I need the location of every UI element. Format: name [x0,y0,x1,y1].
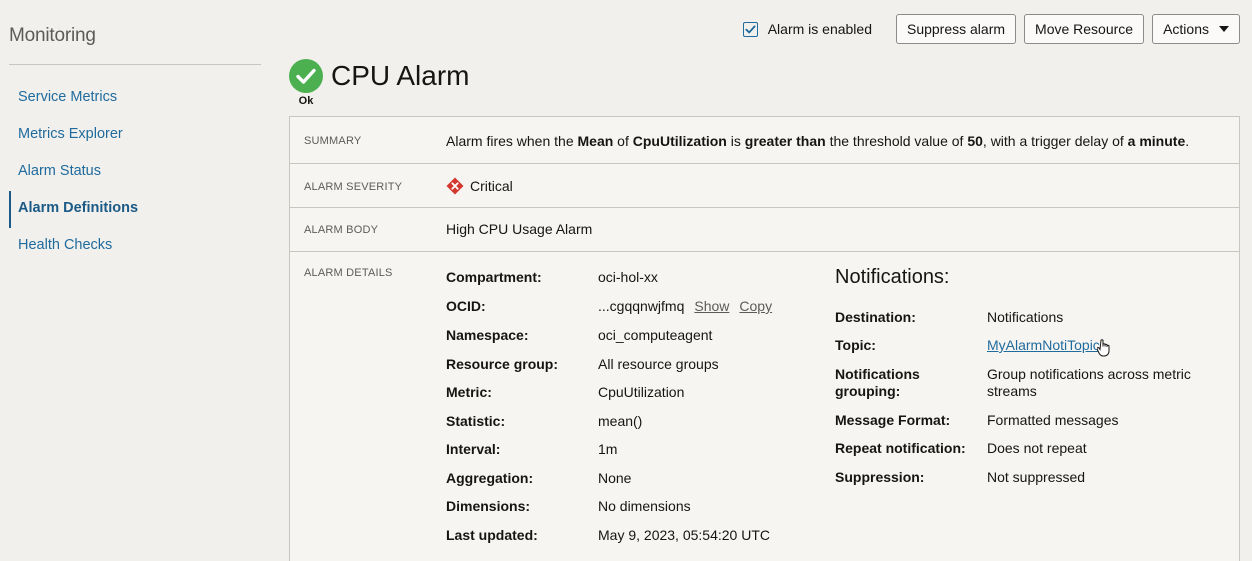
notifications-heading: Notifications: [835,266,950,288]
ocid-text: ...cgqqnwjfmq [598,298,685,314]
critical-diamond-icon [446,177,464,195]
alarm-enabled-checkbox[interactable] [742,21,758,37]
caret-down-icon [1219,26,1229,32]
toolbar: Alarm is enabled Suppress alarm Move Res… [742,14,1240,44]
sidebar-item-service-metrics[interactable]: Service Metrics [9,80,261,117]
summary-row: SUMMARY Alarm fires when the Mean of Cpu… [290,117,1239,164]
ocid-copy-link[interactable]: Copy [739,298,772,314]
summary-operator: greater than [744,133,826,149]
status-label: Ok [298,95,314,107]
notif-key: Repeat notification: [835,440,966,456]
severity-label: ALARM SEVERITY [304,181,403,193]
alarm-enabled-toggle[interactable]: Alarm is enabled [742,21,872,37]
detail-key: Interval: [446,441,501,457]
summary-part: of [613,133,633,149]
summary-text: Alarm fires when the Mean of CpuUtilizat… [446,133,1189,149]
page-title: CPU Alarm [331,60,470,91]
sidebar-item-health-checks[interactable]: Health Checks [9,228,261,265]
summary-part: Alarm fires when the [446,133,578,149]
detail-ocid-value: ...cgqqnwjfmq Show Copy [598,298,772,314]
notif-key: Suppression: [835,469,925,485]
sidebar: Monitoring Service Metrics Metrics Explo… [0,0,262,561]
sidebar-divider [9,64,261,65]
notif-key-line: grouping: [835,383,901,399]
notif-value-line: Group notifications across metric [987,366,1191,382]
summary-delay: a minute [1127,133,1186,149]
notif-key: Destination: [835,309,916,325]
ocid-show-link[interactable]: Show [694,298,729,314]
actions-menu-button[interactable]: Actions [1152,14,1240,44]
detail-value: No dimensions [598,498,691,514]
severity-row: ALARM SEVERITY Critical [290,164,1239,208]
detail-key: Statistic: [446,413,506,429]
sidebar-title: Monitoring [9,25,96,46]
check-circle-icon [289,59,323,93]
summary-part: . [1185,133,1190,149]
detail-value: oci-hol-xx [598,269,658,285]
hand-cursor-icon [1097,339,1110,357]
alarm-enabled-label: Alarm is enabled [767,21,872,37]
detail-value: CpuUtilization [598,384,685,400]
alarm-body-label: ALARM BODY [304,224,379,236]
detail-value: All resource groups [598,356,719,372]
detail-key: Resource group: [446,356,559,372]
detail-key: Aggregation: [446,470,534,486]
sidebar-item-alarm-status[interactable]: Alarm Status [9,154,261,191]
notif-key: Message Format: [835,412,951,428]
severity-text: Critical [470,178,513,194]
detail-key: Namespace: [446,327,529,343]
detail-key: Dimensions: [446,498,531,514]
detail-value: mean() [598,413,643,429]
detail-value: None [598,470,632,486]
notif-key: Topic: [835,337,876,353]
summary-threshold: 50 [967,133,983,149]
notif-value-line: streams [987,383,1037,399]
actions-label: Actions [1163,21,1209,37]
sidebar-item-alarm-definitions[interactable]: Alarm Definitions [9,191,261,228]
severity-value: Critical [446,177,513,195]
notif-value: Notifications [987,309,1064,325]
topic-link[interactable]: MyAlarmNotiTopic [987,337,1100,353]
notif-key-line: Notifications [835,366,920,382]
detail-value: oci_computeagent [598,327,713,343]
detail-value: May 9, 2023, 05:54:20 UTC [598,527,770,543]
summary-statistic: Mean [577,133,614,149]
notif-key: Notifications grouping: [835,366,920,400]
alarm-body-value: High CPU Usage Alarm [446,221,593,237]
checkbox-check-icon [745,24,756,33]
page: Monitoring Service Metrics Metrics Explo… [0,0,1252,561]
notif-value: Not suppressed [987,469,1086,485]
detail-key: Compartment: [446,269,542,285]
detail-key: OCID: [446,298,486,314]
detail-key: Metric: [446,384,492,400]
notif-value: Formatted messages [987,412,1119,428]
move-resource-button[interactable]: Move Resource [1024,14,1145,44]
move-resource-label: Move Resource [1035,21,1134,37]
sidebar-nav: Service Metrics Metrics Explorer Alarm S… [9,80,261,265]
notif-value: Group notifications across metric streams [987,366,1191,400]
notif-value: Does not repeat [987,440,1087,456]
sidebar-item-metrics-explorer[interactable]: Metrics Explorer [9,117,261,154]
summary-part: the threshold value of [825,133,968,149]
summary-part: , with a trigger delay of [982,133,1128,149]
detail-value: 1m [598,441,618,457]
detail-key: Last updated: [446,527,538,543]
suppress-alarm-button[interactable]: Suppress alarm [895,14,1017,44]
summary-metric: CpuUtilization [632,133,727,149]
summary-part: is [726,133,745,149]
suppress-alarm-label: Suppress alarm [906,21,1006,37]
alarm-body-row: ALARM BODY High CPU Usage Alarm [290,208,1239,252]
summary-label: SUMMARY [304,135,362,147]
alarm-details-panel: SUMMARY Alarm fires when the Mean of Cpu… [289,116,1240,561]
alarm-details-label: ALARM DETAILS [304,267,393,279]
